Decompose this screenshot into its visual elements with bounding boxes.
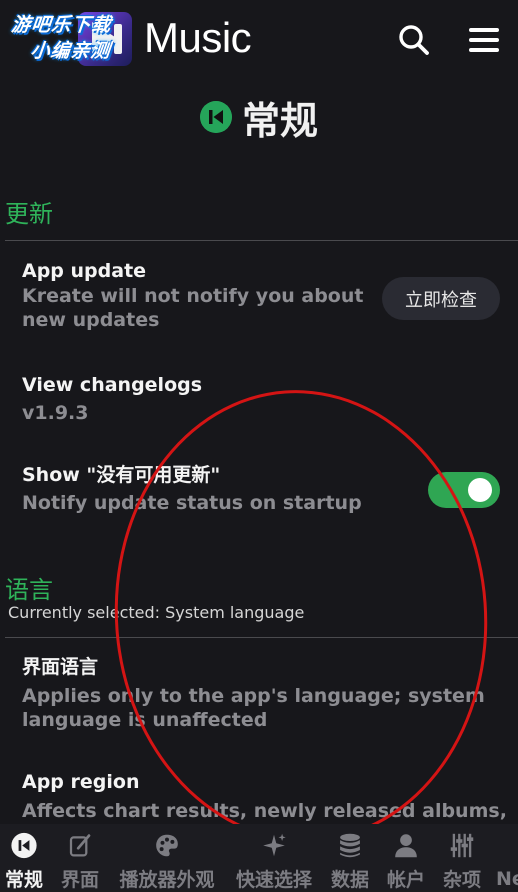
setting-description: Notify update status on startup [22, 492, 362, 514]
nav-item-interface[interactable]: 界面 [58, 824, 102, 892]
app-name: Music [144, 14, 252, 61]
bottom-nav: 常规 界面 播放器外观 快速选择 数据 帐户 杂项 N [0, 824, 518, 892]
setting-description: Applies only to the app's language; syst… [22, 685, 485, 731]
nav-label: 杂项 [442, 869, 481, 891]
nav-label: 播放器外观 [119, 869, 215, 891]
nav-label: 常规 [4, 869, 43, 891]
palette-icon [156, 834, 178, 857]
nav-item-data[interactable]: 数据 [328, 824, 372, 892]
setting-view-changelogs[interactable]: View changelogs v1.9.3 [22, 372, 362, 425]
setting-description: Affects chart results, newly released al… [22, 800, 507, 822]
watermark-line-1: 游吧乐下载 [10, 14, 113, 36]
general-icon [11, 832, 37, 859]
section-heading-language: 语言 [5, 576, 53, 604]
nav-item-misc[interactable]: 杂项 [440, 824, 484, 892]
setting-show-no-update[interactable]: Show "没有可用更新" Notify update status on st… [22, 462, 402, 515]
setting-title: View changelogs [22, 374, 203, 396]
database-icon [340, 833, 360, 858]
nav-label: 界面 [60, 869, 99, 891]
more-icon [496, 832, 518, 862]
nav-item-player-appearance[interactable]: 播放器外观 [114, 824, 220, 892]
sparkle-icon [263, 833, 286, 857]
setting-title: App update [22, 260, 147, 282]
toggle-knob [468, 478, 492, 502]
nav-item-account[interactable]: 帐户 [384, 824, 428, 892]
edit-icon [69, 834, 91, 857]
page-title: 常规 [241, 98, 318, 143]
search-icon[interactable] [398, 24, 430, 56]
setting-title: Show "没有可用更新" [22, 464, 221, 486]
watermark-overlay: 游吧乐下载 小编亲测 [7, 12, 152, 64]
sliders-icon [450, 833, 474, 858]
nav-item-more[interactable]: Ne [496, 824, 518, 892]
page-title-row: 常规 [0, 92, 518, 143]
setting-title: 界面语言 [22, 656, 99, 678]
person-icon [395, 834, 417, 858]
setting-app-update[interactable]: App update Kreate will not notify you ab… [22, 258, 372, 332]
section-heading-update: 更新 [5, 200, 53, 228]
section-divider [5, 637, 518, 638]
section-divider [5, 240, 518, 241]
watermark-line-2: 小编亲测 [29, 40, 112, 62]
app-version: v1.9.3 [22, 402, 89, 424]
current-language-note: Currently selected: System language [8, 603, 305, 622]
setting-ui-language[interactable]: 界面语言 Applies only to the app's language;… [22, 654, 492, 732]
general-settings-icon [199, 101, 232, 133]
check-update-button[interactable]: 立即检查 [382, 277, 500, 320]
nav-item-general[interactable]: 常规 [2, 824, 46, 892]
nav-label: 快速选择 [235, 869, 312, 891]
nav-item-quick-picks[interactable]: 快速选择 [231, 824, 317, 892]
setting-description: Kreate will not notify you about new upd… [22, 285, 364, 331]
top-app-bar: 游吧乐下载 小编亲测 Music [0, 0, 518, 82]
setting-app-region[interactable]: App region Affects chart results, newly … [22, 769, 512, 823]
setting-title: App region [22, 771, 140, 793]
no-update-toggle[interactable] [428, 472, 500, 508]
nav-label: Ne [496, 868, 518, 890]
menu-icon[interactable] [468, 26, 500, 54]
nav-label: 帐户 [386, 869, 425, 891]
nav-label: 数据 [330, 869, 369, 891]
